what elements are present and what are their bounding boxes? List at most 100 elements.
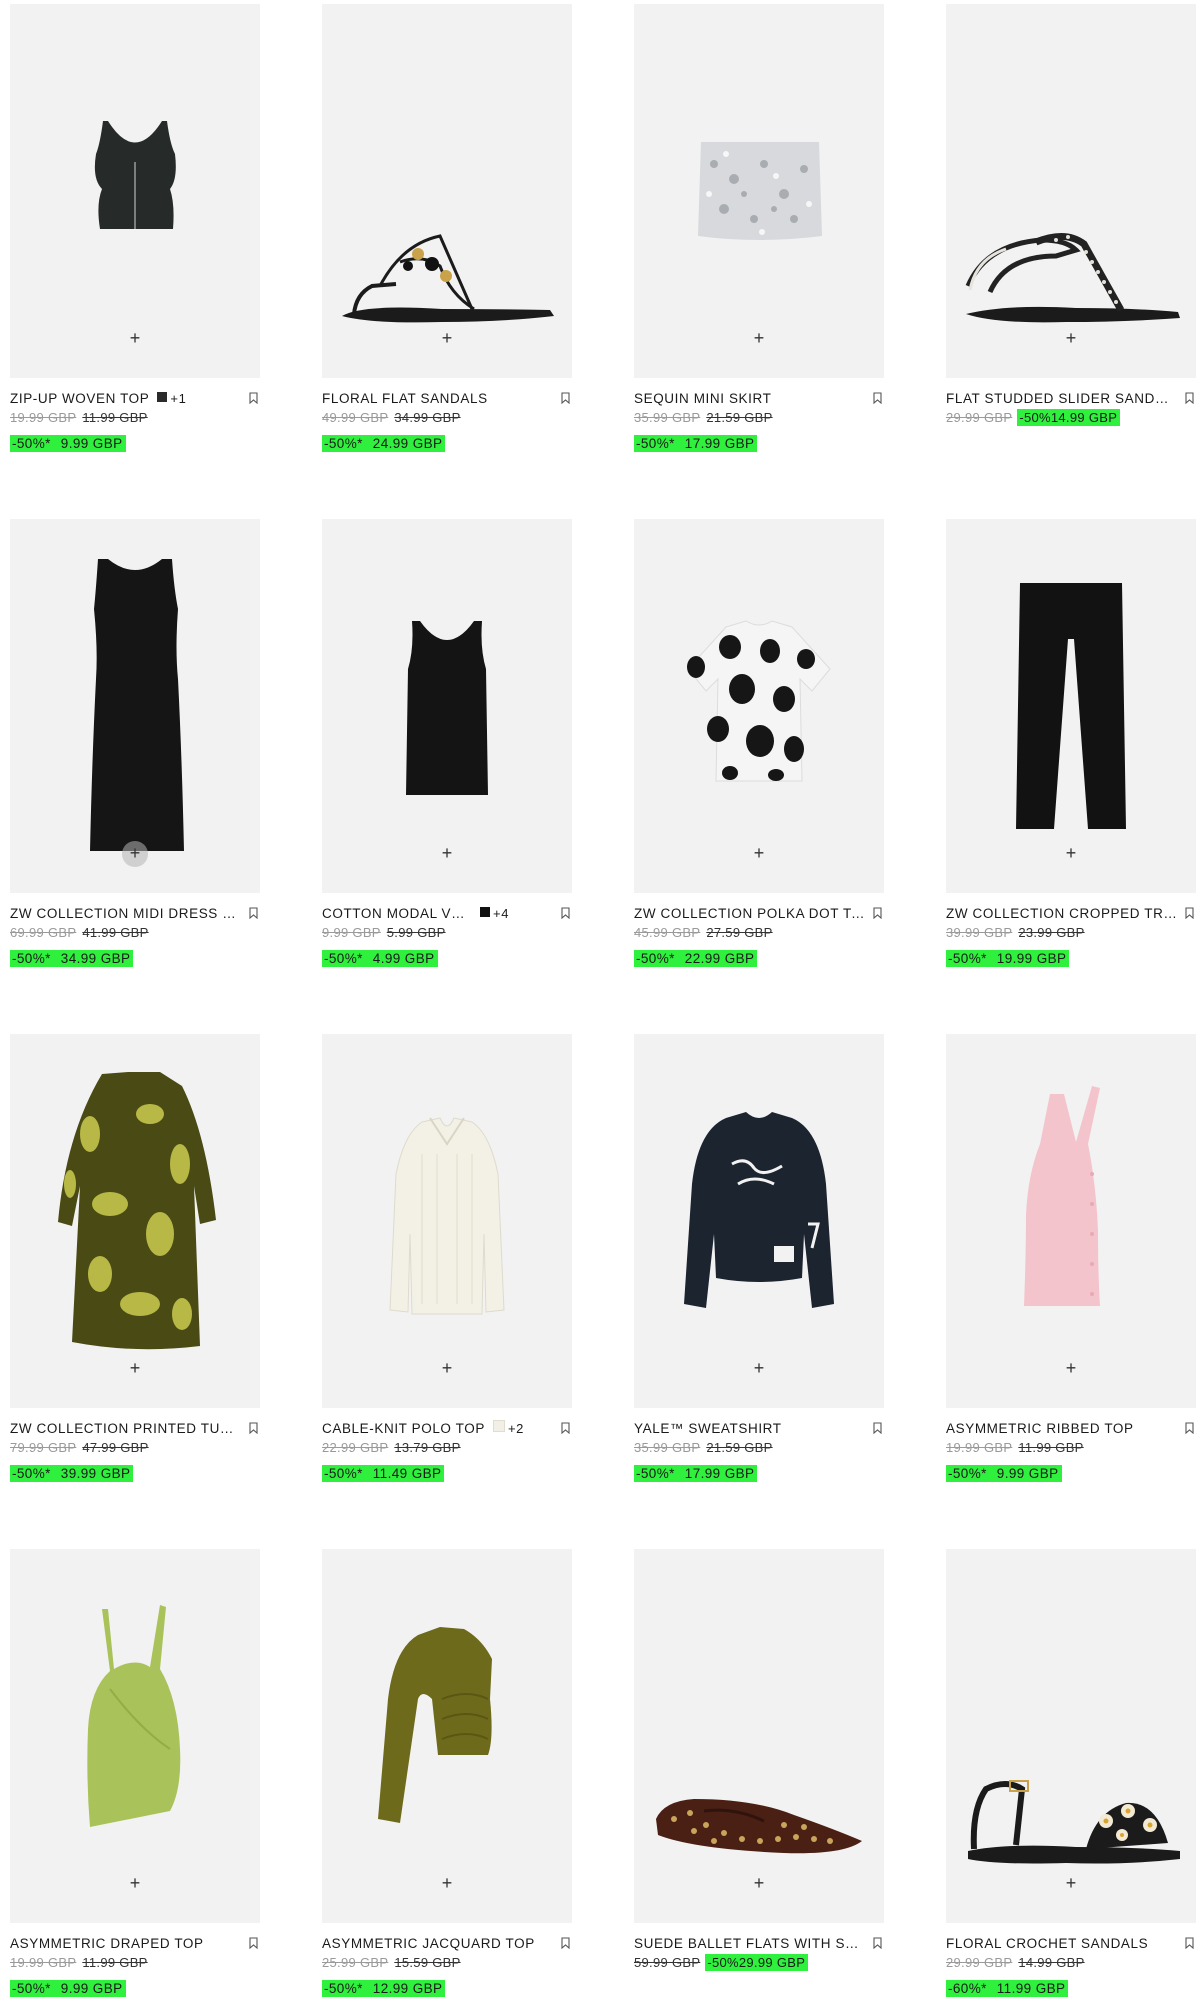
- previous-price: 41.99 GBP: [82, 925, 149, 940]
- bookmark-icon[interactable]: [561, 1937, 570, 1949]
- bookmark-icon[interactable]: [249, 907, 258, 919]
- bookmark-icon[interactable]: [873, 1937, 882, 1949]
- product-image[interactable]: +: [634, 519, 884, 893]
- bookmark-icon[interactable]: [561, 1422, 570, 1434]
- previous-price: 14.99 GBP: [1018, 1955, 1085, 1970]
- bookmark-icon[interactable]: [873, 1422, 882, 1434]
- product-card[interactable]: + ZW COLLECTION MIDI DRESS WITH 69.99 GB…: [10, 519, 260, 973]
- product-image[interactable]: +: [634, 4, 884, 378]
- product-image[interactable]: +: [946, 1549, 1196, 1923]
- product-title[interactable]: FLAT STUDDED SLIDER SANDALS: [946, 390, 1178, 407]
- add-to-cart-button[interactable]: +: [746, 1871, 772, 1897]
- color-swatch[interactable]: [480, 907, 490, 917]
- discount-percent: -50%: [1019, 410, 1051, 425]
- product-title[interactable]: ZW COLLECTION MIDI DRESS WITH: [10, 905, 242, 922]
- product-image[interactable]: +: [322, 1549, 572, 1923]
- product-title[interactable]: SUEDE BALLET FLATS WITH STUDS: [634, 1935, 866, 1952]
- product-card[interactable]: + FLORAL FLAT SANDALS 49.99 GBP 34.99 GBP…: [322, 4, 572, 458]
- product-image[interactable]: +: [946, 1034, 1196, 1408]
- add-to-cart-button[interactable]: +: [746, 326, 772, 352]
- product-image[interactable]: +: [10, 1034, 260, 1408]
- bookmark-icon[interactable]: [249, 1937, 258, 1949]
- product-title[interactable]: ZW COLLECTION PRINTED TUNIC: [10, 1420, 242, 1437]
- product-image[interactable]: +: [322, 4, 572, 378]
- product-image[interactable]: +: [634, 1549, 884, 1923]
- discount-percent: -60%*: [948, 1981, 987, 1996]
- sale-price-badge: -50%* 12.99 GBP: [322, 1980, 446, 1997]
- product-card[interactable]: + CABLE-KNIT POLO TOP +2 22.99 GBP 13.79 G…: [322, 1034, 572, 1488]
- bookmark-icon[interactable]: [1185, 392, 1194, 404]
- ballet-flats-image: [656, 1799, 862, 1854]
- add-to-cart-button[interactable]: +: [122, 326, 148, 352]
- product-card[interactable]: + ZIP-UP WOVEN TOP +1 19.99 GBP 11.99 GBP …: [10, 4, 260, 458]
- product-title-row: SUEDE BALLET FLATS WITH STUDS: [634, 1935, 884, 1952]
- discount-percent: -50%*: [324, 1981, 363, 1996]
- product-card[interactable]: + ASYMMETRIC DRAPED TOP 19.99 GBP 11.99 G…: [10, 1549, 260, 2003]
- knit-polo-image: [389, 1117, 505, 1315]
- bookmark-icon[interactable]: [249, 1422, 258, 1434]
- product-title[interactable]: FLORAL FLAT SANDALS: [322, 390, 488, 407]
- product-image[interactable]: +: [946, 4, 1196, 378]
- bookmark-icon[interactable]: [1185, 1937, 1194, 1949]
- product-card[interactable]: + YALE™ SWEATSHIRT 35.99 GBP 21.59 GBP -5…: [634, 1034, 884, 1488]
- original-price: 69.99 GBP: [10, 925, 77, 940]
- add-to-cart-button[interactable]: +: [746, 1356, 772, 1382]
- add-to-cart-button[interactable]: +: [1058, 1356, 1084, 1382]
- product-title[interactable]: ASYMMETRIC RIBBED TOP: [946, 1420, 1134, 1437]
- add-to-cart-button[interactable]: +: [434, 1871, 460, 1897]
- color-swatch[interactable]: [157, 392, 168, 402]
- product-image[interactable]: +: [10, 4, 260, 378]
- sale-price: 29.99 GBP: [738, 1955, 806, 1970]
- color-swatch[interactable]: [492, 1420, 505, 1432]
- bookmark-icon[interactable]: [873, 392, 882, 404]
- product-card[interactable]: + COTTON MODAL VEST TOP +4 9.99 GBP 5.99 G…: [322, 519, 572, 973]
- bookmark-icon[interactable]: [561, 392, 570, 404]
- more-colors: +2: [507, 1421, 524, 1436]
- product-card[interactable]: + ZW COLLECTION POLKA DOT T-SHIRT 45.99 …: [634, 519, 884, 973]
- add-to-cart-button[interactable]: +: [122, 1356, 148, 1382]
- add-to-cart-button[interactable]: +: [1058, 326, 1084, 352]
- bookmark-icon[interactable]: [873, 907, 882, 919]
- add-to-cart-button[interactable]: +: [746, 841, 772, 867]
- bookmark-icon[interactable]: [1185, 907, 1194, 919]
- bookmark-icon[interactable]: [249, 392, 258, 404]
- product-image[interactable]: +: [10, 519, 260, 893]
- product-card[interactable]: + ZW COLLECTION CROPPED TROUSERS 39.99 G…: [946, 519, 1196, 973]
- product-image[interactable]: +: [322, 1034, 572, 1408]
- product-title[interactable]: COTTON MODAL VEST TOP: [322, 905, 472, 922]
- product-image[interactable]: +: [322, 519, 572, 893]
- product-card[interactable]: + ASYMMETRIC RIBBED TOP 19.99 GBP 11.99 G…: [946, 1034, 1196, 1488]
- add-to-cart-button[interactable]: +: [434, 841, 460, 867]
- more-colors: +1: [170, 391, 187, 406]
- product-card[interactable]: + SUEDE BALLET FLATS WITH STUDS 59.99 GB…: [634, 1549, 884, 2003]
- product-image[interactable]: +: [10, 1549, 260, 1923]
- product-title[interactable]: CABLE-KNIT POLO TOP: [322, 1420, 485, 1437]
- add-to-cart-button[interactable]: +: [434, 326, 460, 352]
- product-image[interactable]: +: [634, 1034, 884, 1408]
- product-title[interactable]: ZW COLLECTION POLKA DOT T-SHIRT: [634, 905, 866, 922]
- product-title[interactable]: ASYMMETRIC JACQUARD TOP: [322, 1935, 535, 1952]
- bookmark-icon[interactable]: [1185, 1422, 1194, 1434]
- product-title[interactable]: ZW COLLECTION CROPPED TROUSERS: [946, 905, 1178, 922]
- sale-price-badge: -50%* 39.99 GBP: [10, 1465, 134, 1482]
- old-prices: 19.99 GBP 11.99 GBP: [946, 1440, 1196, 1456]
- product-image[interactable]: +: [946, 519, 1196, 893]
- add-to-cart-button[interactable]: +: [1058, 1871, 1084, 1897]
- add-to-cart-button[interactable]: +: [1058, 841, 1084, 867]
- product-title[interactable]: YALE™ SWEATSHIRT: [634, 1420, 782, 1437]
- product-card[interactable]: + ASYMMETRIC JACQUARD TOP 25.99 GBP 15.59…: [322, 1549, 572, 2003]
- bookmark-icon[interactable]: [561, 907, 570, 919]
- printed-tunic-image: [58, 1072, 216, 1350]
- add-to-cart-button[interactable]: +: [122, 841, 148, 867]
- product-card[interactable]: + FLORAL CROCHET SANDALS 29.99 GBP 14.99 …: [946, 1549, 1196, 2003]
- product-title[interactable]: SEQUIN MINI SKIRT: [634, 390, 771, 407]
- add-to-cart-button[interactable]: +: [122, 1871, 148, 1897]
- product-card[interactable]: + FLAT STUDDED SLIDER SANDALS 29.99 GBP -…: [946, 4, 1196, 458]
- add-to-cart-button[interactable]: +: [434, 1356, 460, 1382]
- product-card[interactable]: + ZW COLLECTION PRINTED TUNIC 79.99 GBP 4…: [10, 1034, 260, 1488]
- product-title[interactable]: ZIP-UP WOVEN TOP: [10, 390, 149, 407]
- product-card[interactable]: + SEQUIN MINI SKIRT 35.99 GBP 21.59 GBP -…: [634, 4, 884, 458]
- product-title[interactable]: FLORAL CROCHET SANDALS: [946, 1935, 1148, 1952]
- draped-top-image: [87, 1605, 181, 1827]
- product-title[interactable]: ASYMMETRIC DRAPED TOP: [10, 1935, 204, 1952]
